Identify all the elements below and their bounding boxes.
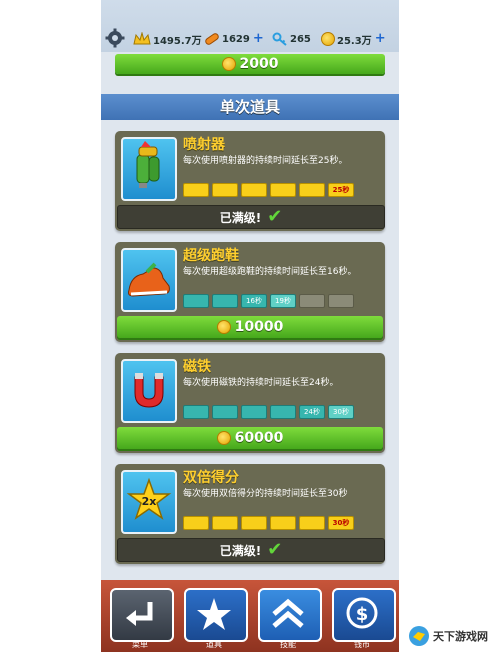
maxed-button: 已满级! ✔	[117, 538, 385, 562]
progress-segment	[212, 294, 238, 308]
maxed-button: 已满级! ✔	[117, 205, 385, 229]
coin-icon	[216, 320, 231, 334]
dollar-coin-icon: $	[346, 597, 378, 629]
buy-price: 60000	[234, 430, 284, 446]
progress-segment	[183, 294, 209, 308]
buy-price: 2000	[239, 56, 279, 72]
progress-segment	[270, 405, 296, 419]
progress-segment	[212, 405, 238, 419]
progress-segment	[183, 405, 209, 419]
item-title: 双倍得分	[183, 470, 239, 486]
gear-icon[interactable]	[105, 28, 125, 48]
progress-segment	[270, 516, 296, 530]
crown-icon	[133, 32, 151, 45]
progress-segment	[212, 183, 238, 197]
skills-label: 技能	[280, 640, 296, 649]
maxed-label: 已满级!	[219, 543, 262, 558]
back-arrow-icon	[126, 602, 153, 626]
item-card-magnet: 磁铁 每次使用磁铁的持续时间延长至24秒。 24秒 30秒 60000	[115, 353, 385, 453]
star-icon	[197, 598, 231, 630]
upgrade-progress-bar: 30秒	[183, 516, 354, 530]
progress-segment: 30秒	[328, 405, 354, 419]
item-title: 喷射器	[183, 137, 225, 153]
menu-label: 菜单	[132, 640, 148, 649]
svg-text:2x: 2x	[142, 495, 157, 508]
coin-icon	[221, 57, 236, 71]
skills-tab[interactable]	[258, 588, 322, 642]
items-tab[interactable]	[184, 588, 248, 642]
keys-stat: 265	[272, 30, 311, 48]
bottom-navigation: 菜单 道具 技能 $ 钱币	[101, 580, 399, 652]
item-card-double-score: 2x 双倍得分 每次使用双倍得分的持续时间延长至30秒 30秒 已满级! ✔	[115, 464, 385, 564]
boards-stat: 1629 +	[204, 30, 264, 48]
buy-button-top[interactable]: 2000	[115, 54, 385, 74]
section-title: 单次道具	[101, 94, 399, 120]
coin-icon	[216, 431, 231, 445]
progress-segment	[212, 516, 238, 530]
magnet-icon	[134, 373, 164, 408]
upgrade-progress-bar: 24秒 30秒	[183, 405, 354, 419]
coins-label: 钱币	[354, 640, 370, 649]
item-title: 磁铁	[183, 359, 211, 375]
item-description: 每次使用喷射器的持续时间延长至25秒。	[183, 156, 348, 166]
progress-segment: 25秒	[328, 183, 354, 197]
add-boards-button[interactable]: +	[253, 32, 264, 45]
check-icon: ✔	[267, 539, 283, 560]
double-score-thumbnail: 2x	[121, 470, 177, 534]
item-description: 每次使用双倍得分的持续时间延长至30秒	[183, 489, 348, 499]
site-watermark: 天下游戏网	[408, 622, 498, 650]
sneakers-icon	[128, 262, 170, 297]
item-title: 超级跑鞋	[183, 248, 239, 264]
progress-segment	[299, 516, 325, 530]
menu-button[interactable]	[110, 588, 174, 642]
progress-segment	[270, 183, 296, 197]
jetpack-thumbnail	[121, 137, 177, 201]
progress-segment	[299, 294, 325, 308]
magnet-thumbnail	[121, 359, 177, 423]
upgrade-buy-button[interactable]: 60000	[117, 427, 383, 449]
item-description: 每次使用超级跑鞋的持续时间延长至16秒。	[183, 267, 357, 277]
upgrade-progress-bar: 25秒	[183, 183, 354, 197]
progress-segment: 19秒	[270, 294, 296, 308]
double-chevron-up-icon	[272, 598, 304, 628]
upgrade-progress-bar: 16秒 19秒	[183, 294, 354, 308]
coins-stat: 25.3万 +	[321, 30, 386, 48]
hoverboard-icon	[205, 33, 219, 45]
progress-segment	[299, 183, 325, 197]
coin-icon	[321, 32, 335, 46]
item-description: 每次使用磁铁的持续时间延长至24秒。	[183, 378, 339, 388]
score-value: 1495.7万	[153, 35, 202, 47]
maxed-label: 已满级!	[219, 210, 262, 225]
items-label: 道具	[206, 640, 222, 649]
progress-segment: 24秒	[299, 405, 325, 419]
check-icon: ✔	[267, 206, 283, 227]
progress-segment	[183, 516, 209, 530]
keys-value: 265	[290, 33, 311, 45]
add-coins-button[interactable]: +	[375, 32, 386, 45]
jetpack-icon	[136, 141, 160, 188]
coins-tab[interactable]: $	[332, 588, 396, 642]
sneakers-thumbnail	[121, 248, 177, 312]
item-card-super-sneakers: 超级跑鞋 每次使用超级跑鞋的持续时间延长至16秒。 16秒 19秒 10000	[115, 242, 385, 342]
buy-price: 10000	[234, 319, 284, 335]
progress-segment: 30秒	[328, 516, 354, 530]
progress-segment: 16秒	[241, 294, 267, 308]
boards-value: 1629	[222, 33, 250, 45]
upgrade-buy-button[interactable]: 10000	[117, 316, 383, 338]
item-card-jetpack: 喷射器 每次使用喷射器的持续时间延长至25秒。 25秒 已满级! ✔	[115, 131, 385, 231]
coins-value: 25.3万	[337, 35, 372, 47]
progress-segment	[328, 294, 354, 308]
top-stats-bar: 1495.7万 1629 + 265 25.3万 +	[101, 0, 399, 52]
watermark-text: 天下游戏网	[433, 630, 488, 643]
progress-segment	[241, 183, 267, 197]
star-2x-icon: 2x	[126, 477, 172, 520]
game-screen: 1495.7万 1629 + 265 25.3万 + 2000 单次道具 喷射器…	[101, 0, 399, 652]
progress-segment	[241, 405, 267, 419]
watermark-logo-icon	[409, 626, 429, 646]
progress-segment	[183, 183, 209, 197]
score-stat: 1495.7万	[133, 30, 202, 48]
progress-segment	[241, 516, 267, 530]
svg-text:$: $	[356, 604, 369, 625]
key-icon	[272, 32, 287, 46]
